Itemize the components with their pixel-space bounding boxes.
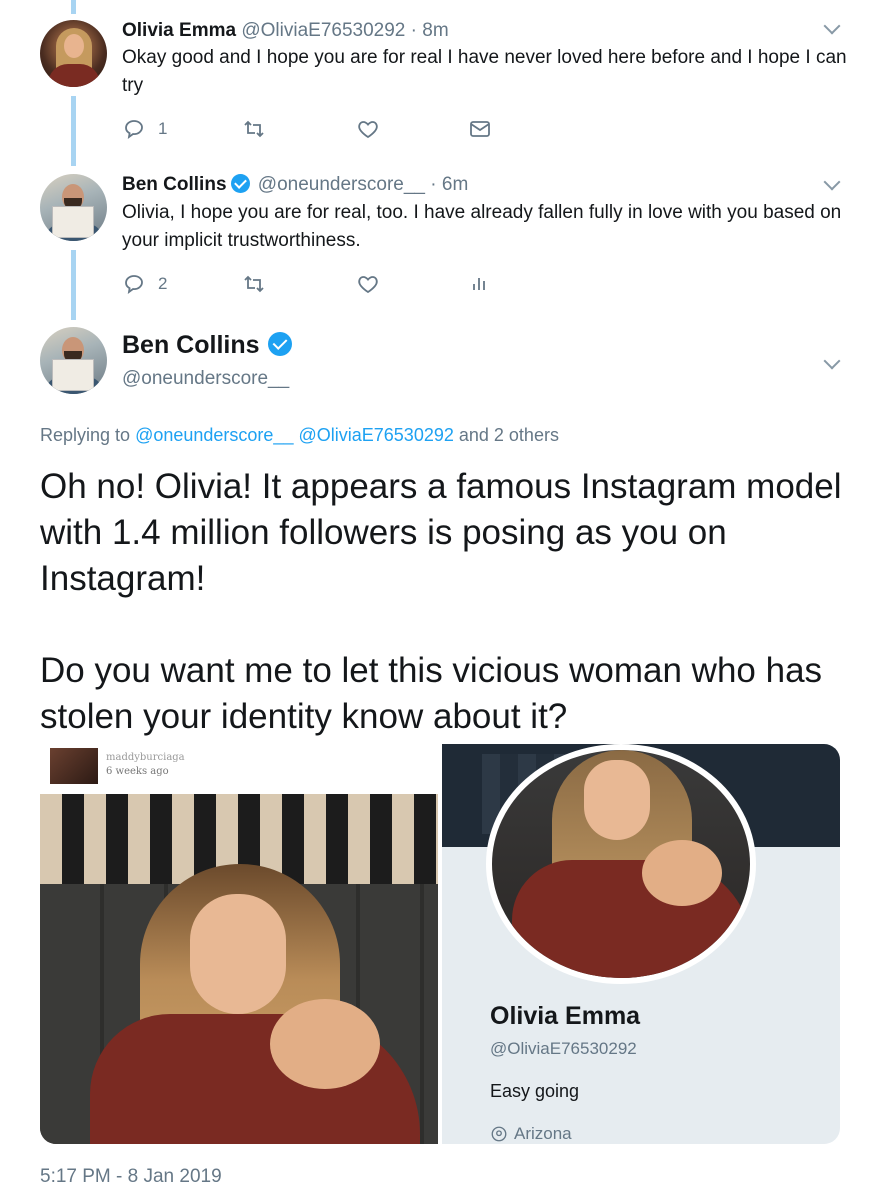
tweet-olivia[interactable]: Olivia Emma @OliviaE76530292 · 8m Okay g… <box>0 0 876 160</box>
main-author: Ben Collins <box>122 331 295 360</box>
tweet-time[interactable]: 6m <box>442 174 468 195</box>
separator-dot: · <box>410 20 417 41</box>
analytics-button[interactable] <box>468 272 492 296</box>
tweet-ben-reply[interactable]: Ben Collins @oneunderscore__ · 6m Olivia… <box>0 160 876 320</box>
tweet-header: Olivia Emma @OliviaE76530292 · 8m <box>122 19 449 43</box>
like-button[interactable] <box>356 272 380 296</box>
profile-name: Olivia Emma <box>490 1002 641 1030</box>
replying-to: Replying to @oneunderscore__ @OliviaE765… <box>40 425 559 446</box>
chevron-down-icon[interactable] <box>823 352 841 370</box>
retweet-icon <box>244 275 264 293</box>
author-handle[interactable]: @OliviaE76530292 <box>241 20 405 41</box>
chevron-down-icon[interactable] <box>823 17 841 35</box>
instagram-screenshot[interactable]: maddyburciaga 6 weeks ago <box>40 744 438 1144</box>
profile-photo <box>486 744 756 984</box>
reply-icon <box>125 120 143 140</box>
tweet-time[interactable]: 8m <box>422 20 448 41</box>
replying-prefix: Replying to <box>40 425 131 445</box>
tweet-timestamp[interactable]: 5:17 PM - 8 Jan 2019 <box>40 1166 222 1188</box>
author-name[interactable]: Olivia Emma <box>122 20 236 41</box>
tweet-text: Olivia, I hope you are for real, too. I … <box>122 202 842 251</box>
message-icon <box>470 121 490 137</box>
tweet-paragraph: Do you want me to let this vicious woman… <box>40 651 823 736</box>
tweet-actions: 2 <box>122 272 502 300</box>
verified-badge-icon <box>230 174 250 193</box>
instagram-photo <box>40 794 438 1144</box>
like-button[interactable] <box>356 117 380 141</box>
profile-bio: Easy going <box>490 1081 580 1101</box>
replying-suffix[interactable]: and 2 others <box>459 425 559 445</box>
reply-button[interactable]: 1 <box>122 117 167 141</box>
tweet-text: Okay good and I hope you are for real I … <box>122 47 847 96</box>
location-pin-icon <box>491 1126 507 1142</box>
retweet-button[interactable] <box>242 272 266 296</box>
reply-button[interactable]: 2 <box>122 272 167 296</box>
author-name[interactable]: Ben Collins <box>122 174 227 195</box>
tweet-header: Ben Collins @oneunderscore__ · 6m <box>122 173 468 197</box>
profile-location: Arizona <box>490 1124 572 1144</box>
analytics-icon <box>473 278 485 290</box>
reply-count: 1 <box>158 119 168 138</box>
retweet-icon <box>244 120 264 138</box>
verified-badge-icon <box>267 332 292 356</box>
like-icon <box>358 121 378 139</box>
author-handle[interactable]: @oneunderscore__ <box>258 174 425 195</box>
retweet-button[interactable] <box>242 117 266 141</box>
avatar[interactable] <box>40 174 107 241</box>
author-name[interactable]: Ben Collins <box>122 331 260 359</box>
author-handle[interactable]: @oneunderscore__ <box>122 368 289 390</box>
instagram-header: maddyburciaga 6 weeks ago <box>40 744 438 794</box>
separator-dot: · <box>430 174 437 195</box>
message-button[interactable] <box>468 117 492 141</box>
avatar[interactable] <box>40 20 107 87</box>
tweet-paragraph: Oh no! Olivia! It appears a famous Insta… <box>40 467 842 598</box>
instagram-avatar <box>50 748 98 784</box>
like-icon <box>358 276 378 294</box>
profile-handle: @OliviaE76530292 <box>490 1039 637 1058</box>
tweet-actions: 1 <box>122 117 502 145</box>
reply-mention-link[interactable]: @OliviaE76530292 <box>298 425 453 445</box>
instagram-post-age: 6 weeks ago <box>106 766 169 777</box>
reply-icon <box>125 275 143 295</box>
tweet-media[interactable]: maddyburciaga 6 weeks ago Olivia Emma @O… <box>40 744 840 1144</box>
location-text: Arizona <box>514 1124 572 1143</box>
reply-count: 2 <box>158 274 168 293</box>
chevron-down-icon[interactable] <box>823 173 841 191</box>
main-tweet-text: Oh no! Olivia! It appears a famous Insta… <box>40 464 850 740</box>
twitter-profile-screenshot[interactable]: Olivia Emma @OliviaE76530292 Easy going … <box>442 744 840 1144</box>
reply-mention-link[interactable]: @oneunderscore__ <box>135 425 293 445</box>
instagram-username: maddyburciaga <box>106 752 185 763</box>
avatar[interactable] <box>40 327 107 394</box>
